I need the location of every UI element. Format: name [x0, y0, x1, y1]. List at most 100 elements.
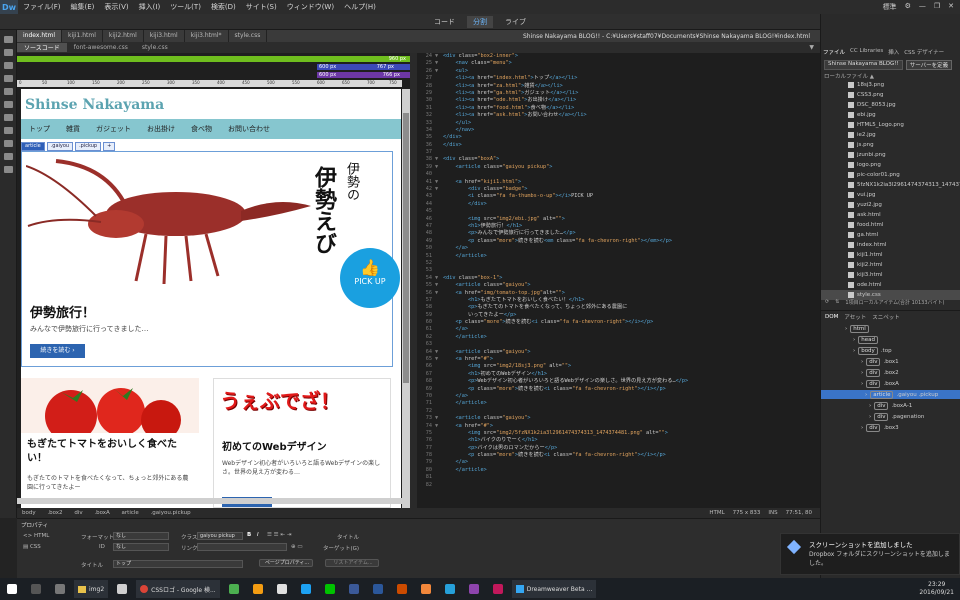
code-line[interactable]: 49 <p class="more">続きを読む<em class="fa fa…	[417, 238, 820, 245]
file-item[interactable]: kiji1.html	[821, 250, 960, 260]
list-item-button[interactable]: リストアイテム...	[325, 559, 379, 567]
fold-marker[interactable]	[435, 105, 443, 112]
fold-marker[interactable]	[435, 437, 443, 444]
fold-marker[interactable]: ▼	[435, 179, 443, 186]
indent-icon[interactable]	[4, 140, 13, 147]
doc-title-input[interactable]: トップ	[113, 560, 243, 568]
fold-marker[interactable]	[435, 230, 443, 237]
fold-marker[interactable]	[435, 459, 443, 466]
file-item[interactable]: 5fzNX1k2ia3l2961474374313_1474374481.png	[821, 180, 960, 190]
file-item[interactable]: yuzi2.jpg	[821, 200, 960, 210]
dom-node[interactable]: › div .boxA-1	[869, 401, 912, 410]
crumb-article[interactable]: article	[117, 510, 144, 516]
fold-marker[interactable]	[435, 97, 443, 104]
nav-zakka[interactable]: 雑貨	[58, 124, 88, 134]
nav-odekake[interactable]: お出掛け	[139, 124, 183, 134]
article-card-webdesign[interactable]: うぇぶでざ！ 初めてのWebデザイン Webデザイン初心者がいろいろと語るWeb…	[213, 378, 391, 508]
minimize-icon[interactable]: —	[919, 2, 926, 12]
pinned-app-icon[interactable]	[272, 581, 292, 597]
fold-marker[interactable]	[435, 319, 443, 326]
file-item[interactable]: 18sj3.png	[821, 80, 960, 90]
chevron-right-icon[interactable]: ›	[861, 425, 863, 431]
fold-marker[interactable]	[435, 408, 443, 415]
file-item[interactable]: HTML5_Logo.png	[821, 120, 960, 130]
fold-marker[interactable]	[435, 297, 443, 304]
code-line[interactable]: 44 </div>	[417, 201, 820, 208]
crumb-div[interactable]: div	[69, 510, 87, 516]
dom-node[interactable]: › html	[845, 324, 872, 333]
code-line[interactable]: 60 <p class="more">続きを読む<i class="fa fa-…	[417, 319, 820, 326]
tab-files[interactable]: ファイル	[823, 48, 845, 58]
fold-marker[interactable]	[435, 452, 443, 459]
code-line[interactable]: 78 <p class="more">続きを読む<i class="fa fa-…	[417, 452, 820, 459]
article-card-tomato[interactable]: もぎたてトマトをおいしく食べたい！ もぎたてのトマトを食べたくなって、ちょっと郊…	[21, 378, 199, 508]
system-clock[interactable]: 23:29 2016/09/21	[919, 581, 954, 597]
fold-marker[interactable]	[435, 363, 443, 370]
file-item[interactable]: ode.html	[821, 280, 960, 290]
code-line[interactable]: 52	[417, 260, 820, 267]
code-line[interactable]: 25 ▼ <nav class="menu">	[417, 60, 820, 67]
tab-cc-libraries[interactable]: CC Libraries	[850, 48, 883, 58]
code-line[interactable]: 70 </a>	[417, 393, 820, 400]
menu-edit[interactable]: 編集(E)	[66, 2, 100, 12]
chevron-right-icon[interactable]: ›	[853, 337, 855, 343]
code-line[interactable]: 56 ▼ <a href="img/tomato-top.jpg"alt="">	[417, 290, 820, 297]
code-line[interactable]: 77 <p>バイクは男のロマンだからー</p>	[417, 445, 820, 452]
code-line[interactable]: 71 </article>	[417, 400, 820, 407]
fold-marker[interactable]	[435, 245, 443, 252]
file-item[interactable]: jzunbi.png	[821, 150, 960, 160]
fold-marker[interactable]: ▼	[435, 68, 443, 75]
fold-marker[interactable]	[435, 171, 443, 178]
code-line[interactable]: 45	[417, 208, 820, 215]
code-line[interactable]: 79 </a>	[417, 459, 820, 466]
fold-marker[interactable]	[435, 304, 443, 311]
list-icon[interactable]: ☰ ☰ ⇤ ⇥	[267, 532, 291, 538]
chevron-right-icon[interactable]: ›	[861, 370, 863, 376]
dom-node[interactable]: › div .box2	[861, 368, 899, 377]
fold-marker[interactable]: ▼	[435, 415, 443, 422]
maximize-icon[interactable]: ❐	[934, 2, 940, 12]
crumb-body[interactable]: body	[17, 510, 41, 516]
file-item[interactable]: index.html	[821, 240, 960, 250]
tab-kiji2-html[interactable]: kiji2.html	[103, 30, 144, 42]
tab-assets[interactable]: アセット	[844, 313, 866, 321]
menu-tools[interactable]: ツール(T)	[165, 2, 206, 12]
fold-marker[interactable]	[435, 393, 443, 400]
fold-marker[interactable]	[435, 445, 443, 452]
fold-marker[interactable]: ▼	[435, 275, 443, 282]
tab-kiji1-html[interactable]: kiji1.html	[62, 30, 103, 42]
chevron-right-icon[interactable]: ›	[865, 392, 867, 398]
fold-marker[interactable]	[435, 260, 443, 267]
code-line[interactable]: 39 ▼ <article class="gaiyou pickup">	[417, 164, 820, 171]
related-font-awesome-css[interactable]: font-awesome.css	[67, 44, 135, 51]
fold-marker[interactable]	[435, 238, 443, 245]
tab-kiji3-html-modified[interactable]: kiji3.html*	[185, 30, 229, 42]
feature-article[interactable]: 伊勢の 伊勢えび 👍 PICK UP 伊勢旅行！ みんなで伊勢旅行に行ってきまし…	[21, 151, 400, 367]
fold-marker[interactable]: ▼	[435, 282, 443, 289]
code-line[interactable]: 66 <img src="img2/18sj3.png" alt="">	[417, 363, 820, 370]
site-title[interactable]: Shinse Nakayama	[25, 97, 164, 113]
crumb-box2[interactable]: .box2	[42, 510, 67, 516]
upload-icon[interactable]: ⇅	[835, 299, 839, 306]
pinned-app-icon[interactable]	[368, 581, 388, 597]
pinned-app-icon[interactable]	[248, 581, 268, 597]
tab-insert[interactable]: 挿入	[888, 48, 899, 58]
code-line[interactable]: 58 <p>もぎたてのトマトを食べたくなって、ちょっと郊外にある農園に	[417, 304, 820, 311]
horizontal-scrollbar[interactable]	[17, 498, 410, 504]
code-line[interactable]: 41 ▼ <a href="kiji1.html">	[417, 179, 820, 186]
code-line[interactable]: 61 </a>	[417, 326, 820, 333]
close-icon[interactable]: ✕	[948, 2, 954, 12]
outdent-icon[interactable]	[4, 153, 13, 160]
live-code-icon[interactable]	[4, 62, 13, 69]
fold-marker[interactable]	[435, 371, 443, 378]
code-line[interactable]: 55 ▼ <article class="gaiyou">	[417, 282, 820, 289]
pickup-badge[interactable]: 👍 PICK UP	[340, 248, 400, 308]
dom-node[interactable]: › div .box3	[861, 423, 899, 432]
read-more-button[interactable]: 続きを読む ›	[30, 344, 85, 358]
code-line[interactable]: 72	[417, 408, 820, 415]
status-mode[interactable]: INS	[768, 510, 777, 516]
define-server-button[interactable]: サーバーを定義	[905, 60, 953, 70]
tab-index-html[interactable]: index.html	[17, 30, 62, 42]
dom-node[interactable]: › article .gaiyou .pickup	[821, 390, 960, 399]
file-item[interactable]: ask.html	[821, 210, 960, 220]
